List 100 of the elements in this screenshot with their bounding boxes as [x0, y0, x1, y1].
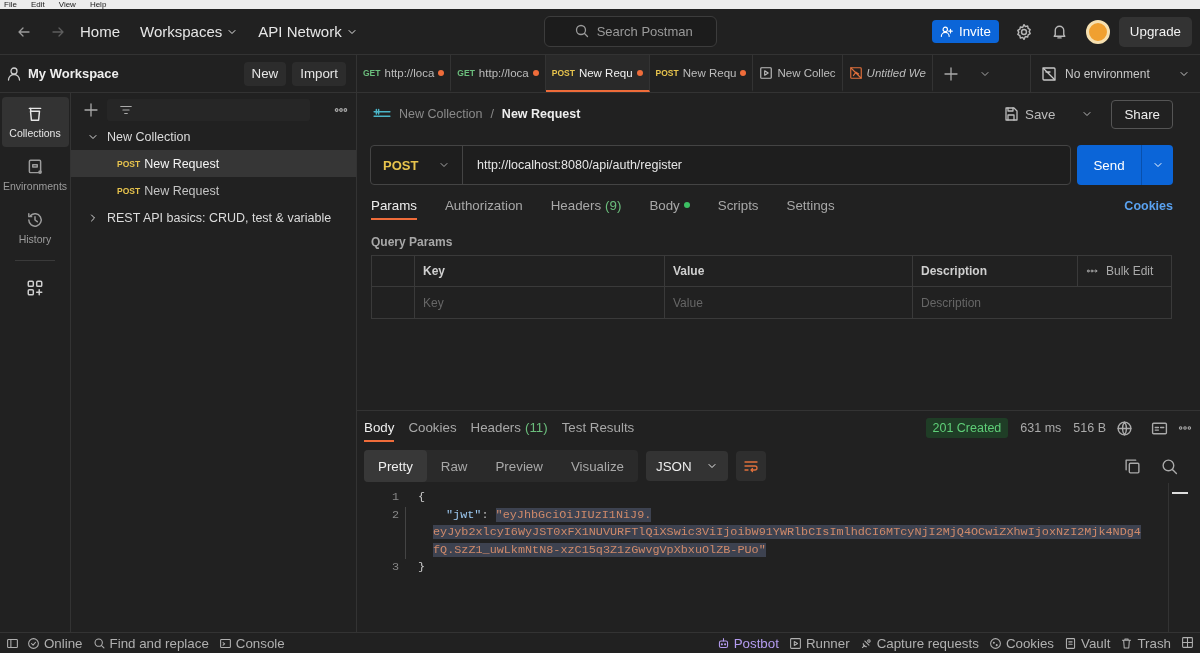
add-user-icon — [940, 24, 954, 39]
code-line: "jwt": "eyJhbGciOiJIUzI1NiJ9. eyJyb2xlcyI6WyJST0xFX1NUVURFTlQiXSwic3ViIjoibW91YWRlbCIsImlhdCI6MTcyNjI2MjQ4OCwiZXhwIjoxNzI2Mjk4NDg4 fQ.SzZ1_uwLkmNtN8-xzC15q3Z1zGwvgVpXbxuOlZB-PUo" — [405, 506, 1200, 559]
sidebar-item[interactable]: Collections — [1, 97, 69, 147]
request-tab[interactable]: GET http://loca — [357, 55, 452, 92]
settings-icon — [1014, 22, 1033, 41]
response-size: 516 B — [1073, 421, 1106, 435]
request-section-tab[interactable]: Scripts — [717, 192, 759, 220]
view-mode-tab[interactable]: Raw — [426, 450, 482, 482]
format-dropdown[interactable]: JSON — [646, 451, 728, 481]
sidebar-item[interactable]: History — [1, 203, 69, 253]
environment-selector[interactable]: No environment — [1030, 55, 1200, 92]
status-bar-item[interactable]: Postbot — [716, 635, 779, 651]
menu-item[interactable]: View — [58, 1, 76, 9]
status-bar-item[interactable]: Console — [218, 635, 285, 651]
status-bar-item[interactable]: Capture requests — [859, 635, 979, 651]
bulk-edit-link[interactable]: Bulk Edit — [1106, 264, 1154, 278]
share-button[interactable]: Share — [1111, 99, 1173, 129]
breadcrumb-link[interactable]: New Collection — [399, 107, 483, 121]
request-item[interactable]: POST New Request — [71, 177, 356, 204]
history-icon — [26, 211, 44, 229]
request-section-tab[interactable]: Params — [371, 192, 417, 220]
view-mode-tab[interactable]: Preview — [481, 450, 557, 482]
request-title: New Request — [501, 107, 581, 121]
status-bar-item[interactable]: Online — [27, 635, 83, 651]
search-icon — [1161, 457, 1178, 475]
response-tab[interactable]: Cookies — [408, 414, 457, 442]
request-section-tab[interactable]: Body — [649, 192, 690, 220]
request-section-tab[interactable]: Authorization — [444, 192, 523, 220]
invite-button[interactable]: Invite — [932, 20, 999, 43]
upgrade-button[interactable]: Upgrade — [1118, 16, 1192, 47]
response-tab[interactable]: Headers (11) — [470, 414, 548, 442]
request-item[interactable]: POST New Request — [71, 150, 356, 177]
status-badge: 201 Created — [925, 418, 1009, 438]
globe-icon — [1116, 419, 1133, 437]
sidebar-item[interactable]: Environments — [1, 150, 69, 200]
menu-item[interactable]: Help — [89, 1, 107, 9]
menu-item[interactable]: Edit — [30, 1, 45, 9]
response-tab[interactable]: Body — [364, 414, 395, 442]
breadcrumb-separator: / — [490, 107, 494, 121]
response-tab[interactable]: Test Results — [561, 414, 635, 442]
search-field[interactable]: Search Postman — [543, 16, 717, 47]
request-tab[interactable]: Untitled We — [842, 55, 933, 92]
line-number: 1 — [390, 489, 399, 506]
request-tab[interactable]: POST New Requ — [545, 55, 650, 92]
avatar[interactable] — [1085, 19, 1110, 44]
collection-item[interactable]: New Collection — [71, 123, 356, 150]
collection-item[interactable]: REST API basics: CRUD, test & variable — [71, 204, 356, 231]
request-section-tab[interactable]: Settings — [786, 192, 835, 220]
filter-field[interactable] — [107, 99, 310, 121]
wrap-lines-icon — [742, 458, 759, 474]
request-tab[interactable]: POST New Requ — [649, 55, 754, 92]
cookies-link[interactable]: Cookies — [1124, 199, 1173, 213]
status-bar-item[interactable]: Trash — [1120, 635, 1171, 651]
play-box-icon — [759, 65, 774, 80]
url-field[interactable]: http://localhost:8080/api/auth/register — [463, 158, 682, 172]
trash-bin-icon — [26, 105, 44, 123]
save-button[interactable]: Save — [997, 105, 1062, 123]
play-icon — [788, 636, 802, 650]
status-bar-item[interactable]: Vault — [1064, 635, 1111, 651]
response-time: 631 ms — [1020, 421, 1062, 435]
column-header: Description — [913, 256, 1078, 287]
workspace-button[interactable]: New — [243, 61, 287, 86]
wrap-button[interactable] — [735, 451, 766, 481]
status-bar-item[interactable]: Runner — [788, 635, 850, 651]
column-header: Key — [415, 256, 665, 287]
check-circle-icon — [27, 636, 40, 650]
nav-link[interactable]: Home — [80, 23, 120, 40]
user-icon — [6, 65, 22, 82]
view-mode-tab[interactable]: Pretty — [364, 450, 427, 482]
console-icon — [218, 636, 232, 650]
view-mode-tab[interactable]: Visualize — [556, 450, 638, 482]
trash-icon — [1120, 636, 1134, 650]
no-environment-icon — [1041, 65, 1057, 82]
sidebar-icon — [6, 636, 19, 650]
monitor-icon — [26, 158, 44, 176]
send-button[interactable]: Send — [1077, 145, 1141, 185]
menu-item[interactable]: File — [4, 1, 17, 9]
line-number: 3 — [390, 559, 399, 576]
request-section-tab[interactable]: Headers (9) — [550, 192, 622, 220]
workspace-button[interactable]: Import — [292, 61, 346, 86]
add-button[interactable] — [83, 102, 99, 118]
status-bar-item[interactable]: Find and replace — [92, 635, 209, 651]
status-bar-item[interactable]: Cookies — [988, 635, 1055, 651]
workspace-title: My Workspace — [28, 66, 119, 81]
method-dropdown[interactable]: POST — [371, 146, 463, 184]
cookie-icon — [988, 636, 1002, 650]
line-number: 2 — [390, 506, 399, 524]
filter-icon — [119, 103, 133, 117]
request-tab[interactable]: New Collec — [753, 55, 843, 92]
code-line: { — [418, 489, 427, 506]
column-header: Value — [665, 256, 913, 287]
layout-icon — [1181, 635, 1194, 649]
nav-link[interactable]: Workspaces — [140, 23, 239, 40]
nav-link[interactable]: API Network — [258, 23, 358, 40]
save-icon — [1003, 106, 1020, 122]
plus-icon — [942, 65, 959, 82]
request-tab[interactable]: GET http://loca — [451, 55, 546, 92]
search-icon — [92, 636, 106, 650]
code-line: } — [418, 559, 427, 576]
section-title: Query Params — [370, 234, 454, 251]
